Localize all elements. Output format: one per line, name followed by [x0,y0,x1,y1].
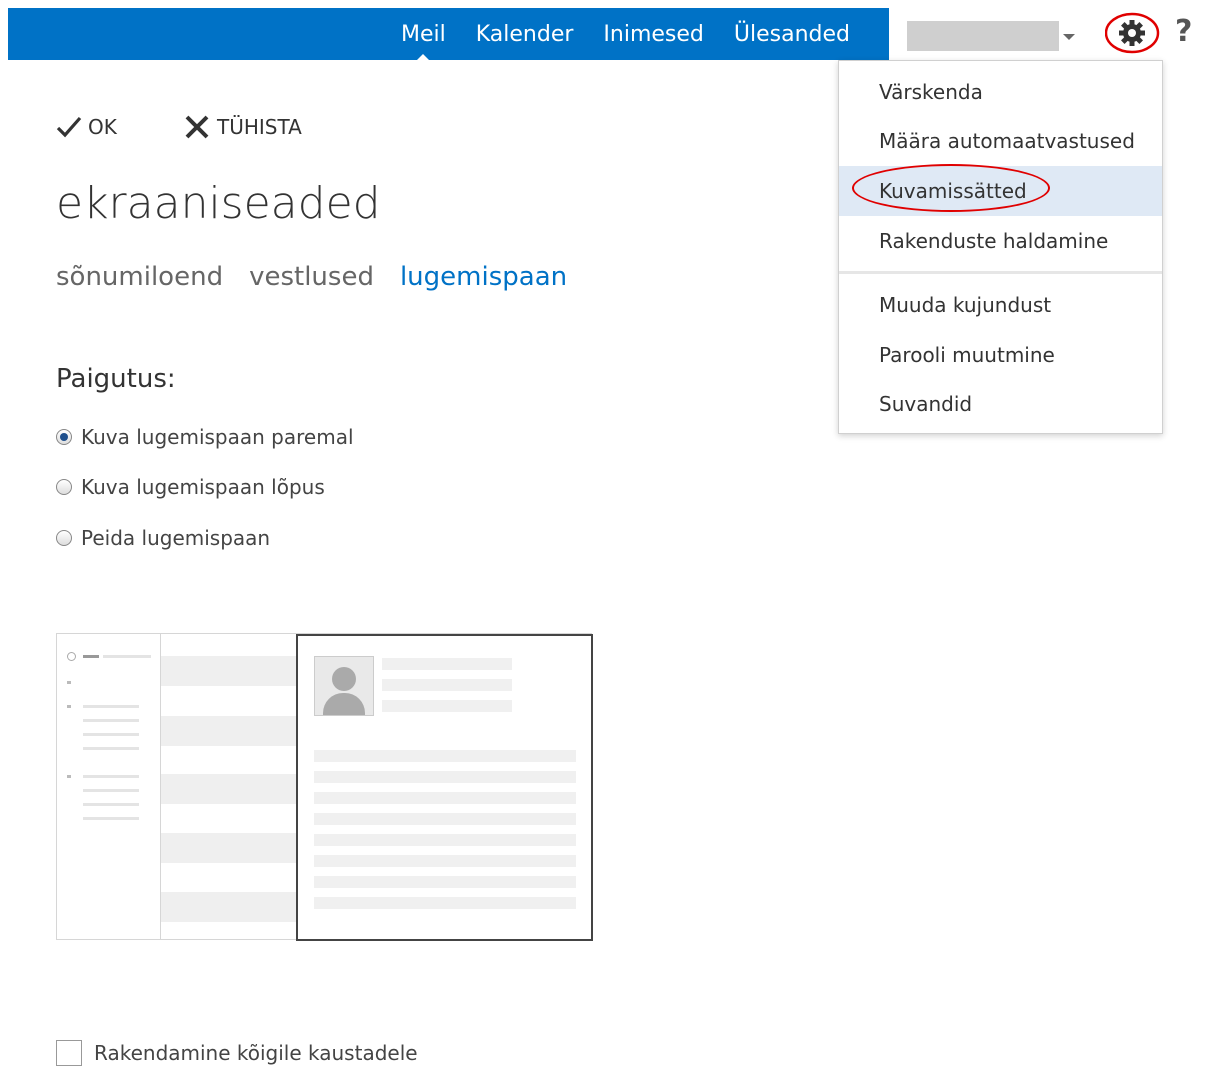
settings-menu: Värskenda Määra automaatvastused Kuvamis… [838,60,1163,434]
radio-button[interactable] [56,530,72,546]
menu-item-options[interactable]: Suvandid [839,379,1162,429]
radio-label: Peida lugemispaan [81,526,271,550]
menu-item-change-theme[interactable]: Muuda kujundust [839,280,1162,330]
radio-label: Kuva lugemispaan lõpus [81,475,325,499]
apply-all-label: Rakendamine kõigile kaustadele [94,1041,418,1065]
menu-divider [839,271,1162,274]
nav-people[interactable]: Inimesed [603,22,703,47]
menu-item-automatic-replies[interactable]: Määra automaatvastused [839,116,1162,166]
tab-reading-pane[interactable]: lugemispaan [400,262,567,292]
radio-button[interactable] [56,429,72,445]
gear-icon[interactable] [1105,12,1161,54]
user-name-redacted[interactable] [907,21,1059,51]
apply-all-folders-option[interactable]: Rakendamine kõigile kaustadele [56,1040,418,1066]
menu-item-refresh[interactable]: Värskenda [839,67,1162,117]
radio-option-right[interactable]: Kuva lugemispaan paremal [56,425,354,449]
radio-label: Kuva lugemispaan paremal [81,425,354,449]
nav-calendar[interactable]: Kalender [476,22,574,47]
ok-label: OK [88,115,117,139]
help-button[interactable]: ? [1175,14,1192,49]
settings-subnav: sõnumiloend vestlused lugemispaan [56,262,593,292]
tab-message-list[interactable]: sõnumiloend [56,262,223,292]
checkmark-icon [56,116,82,138]
radio-option-bottom[interactable]: Kuva lugemispaan lõpus [56,475,325,499]
preview-folder-pane [57,634,161,939]
layout-section-label: Paigutus: [56,364,176,394]
preview-message-list [161,634,296,939]
ok-button[interactable]: OK [56,115,117,139]
avatar [314,656,374,716]
page-title: ekraaniseaded [56,178,381,229]
cancel-label: TÜHISTA [217,115,302,139]
nav-tasks[interactable]: Ülesanded [734,22,850,47]
menu-item-manage-apps[interactable]: Rakenduste haldamine [839,216,1162,266]
layout-preview [56,633,593,941]
apply-all-checkbox[interactable] [56,1040,82,1066]
close-icon [185,115,209,139]
menu-item-change-password[interactable]: Parooli muutmine [839,330,1162,380]
radio-button[interactable] [56,479,72,495]
nav-mail[interactable]: Meil [401,22,446,62]
tab-conversations[interactable]: vestlused [249,262,374,292]
cancel-button[interactable]: TÜHISTA [183,115,302,139]
menu-item-display-settings[interactable]: Kuvamissätted [839,166,1162,216]
preview-reading-pane [296,634,593,941]
radio-option-hide[interactable]: Peida lugemispaan [56,526,270,550]
top-navigation: Meil Kalender Inimesed Ülesanded [401,8,880,62]
chevron-down-icon[interactable] [1063,34,1075,40]
